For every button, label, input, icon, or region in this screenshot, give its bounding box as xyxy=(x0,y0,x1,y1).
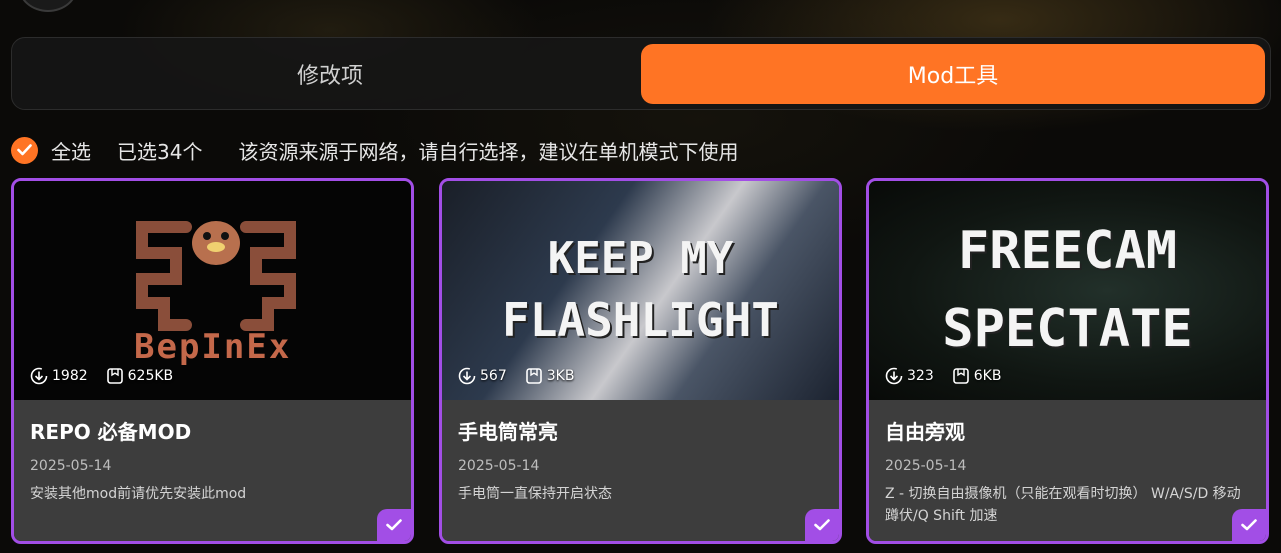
file-size-icon xyxy=(952,368,969,384)
download-icon xyxy=(30,367,48,385)
card-selected-checkbox[interactable] xyxy=(1232,509,1266,541)
file-size-icon xyxy=(525,368,542,384)
card-description: 安装其他mod前请优先安装此mod xyxy=(30,486,247,502)
download-count: 323 xyxy=(907,368,934,384)
mod-thumbnail: KEEP MY FLASHLIGHT 567 3KB xyxy=(442,181,839,400)
card-description: 手电筒一直保持开启状态 xyxy=(458,486,612,502)
download-count: 567 xyxy=(480,368,507,384)
tab-mod-tools[interactable]: Mod工具 xyxy=(641,44,1265,104)
tab-modifications[interactable]: 修改项 xyxy=(20,44,640,104)
card-selected-checkbox[interactable] xyxy=(377,509,411,541)
card-date: 2025-05-14 xyxy=(30,458,112,474)
size-stat: 3KB xyxy=(525,367,575,385)
mod-thumbnail: BepInEx 1982 625KB xyxy=(14,181,411,400)
select-all-checkbox[interactable] xyxy=(11,136,38,164)
card-title: 手电筒常亮 xyxy=(458,420,558,444)
card-body: 手电筒常亮 2025-05-14 手电筒一直保持开启状态 xyxy=(442,400,839,541)
card-title: 自由旁观 xyxy=(885,420,965,444)
file-size: 3KB xyxy=(546,368,575,384)
mod-card-freecam[interactable]: FREECAM SPECTATE 323 6KB 自由旁观 2025-05-14… xyxy=(866,178,1269,544)
card-date: 2025-05-14 xyxy=(885,458,967,474)
thumbnail-title-line1: FREECAM xyxy=(957,221,1178,281)
card-body: 自由旁观 2025-05-14 Z - 切换自由摄像机（只能在观看时切换） W/… xyxy=(869,400,1266,541)
mod-card-repo[interactable]: BepInEx 1982 625KB REPO 必备MOD 2025-05-14… xyxy=(11,178,414,544)
mod-card-flashlight[interactable]: KEEP MY FLASHLIGHT 567 3KB 手电筒常亮 2025-05… xyxy=(439,178,842,544)
card-selected-checkbox[interactable] xyxy=(805,509,839,541)
source-notice: 该资源来源于网络，请自行选择，建议在单机模式下使用 xyxy=(238,139,739,164)
selected-count: 已选34个 xyxy=(117,139,203,164)
card-date: 2025-05-14 xyxy=(458,458,540,474)
tab-bar: 修改项 Mod工具 xyxy=(11,37,1271,110)
download-icon xyxy=(885,367,903,385)
size-stat: 625KB xyxy=(106,367,174,385)
thumbnail-title-line1: KEEP MY xyxy=(547,233,734,284)
mod-thumbnail: FREECAM SPECTATE 323 6KB xyxy=(869,181,1266,400)
download-icon xyxy=(458,367,476,385)
card-stats: 1982 625KB xyxy=(30,367,191,385)
thumbnail-title-line2: FLASHLIGHT xyxy=(502,293,779,347)
file-size: 6KB xyxy=(973,368,1002,384)
check-icon xyxy=(386,519,402,531)
card-description: Z - 切换自由摄像机（只能在观看时切换） W/A/S/D 移动 蹲伏/Q Sh… xyxy=(885,486,1241,524)
download-stat: 323 xyxy=(885,367,934,385)
size-stat: 6KB xyxy=(952,367,1002,385)
selection-bar: 全选 已选34个 该资源来源于网络，请自行选择，建议在单机模式下使用 xyxy=(11,136,738,164)
download-stat: 567 xyxy=(458,367,507,385)
download-stat: 1982 xyxy=(30,367,88,385)
check-icon xyxy=(1241,519,1257,531)
card-title: REPO 必备MOD xyxy=(30,420,192,444)
card-stats: 323 6KB xyxy=(885,367,1019,385)
file-size-icon xyxy=(106,368,123,384)
file-size: 625KB xyxy=(127,368,174,384)
thumbnail-title: BepInEx xyxy=(134,327,292,367)
thumbnail-title-line2: SPECTATE xyxy=(942,299,1193,359)
select-all-label[interactable]: 全选 xyxy=(51,136,91,165)
card-body: REPO 必备MOD 2025-05-14 安装其他mod前请优先安装此mod xyxy=(14,400,411,541)
check-icon xyxy=(814,519,830,531)
card-stats: 567 3KB xyxy=(458,367,592,385)
download-count: 1982 xyxy=(52,368,88,384)
check-icon xyxy=(17,144,32,156)
